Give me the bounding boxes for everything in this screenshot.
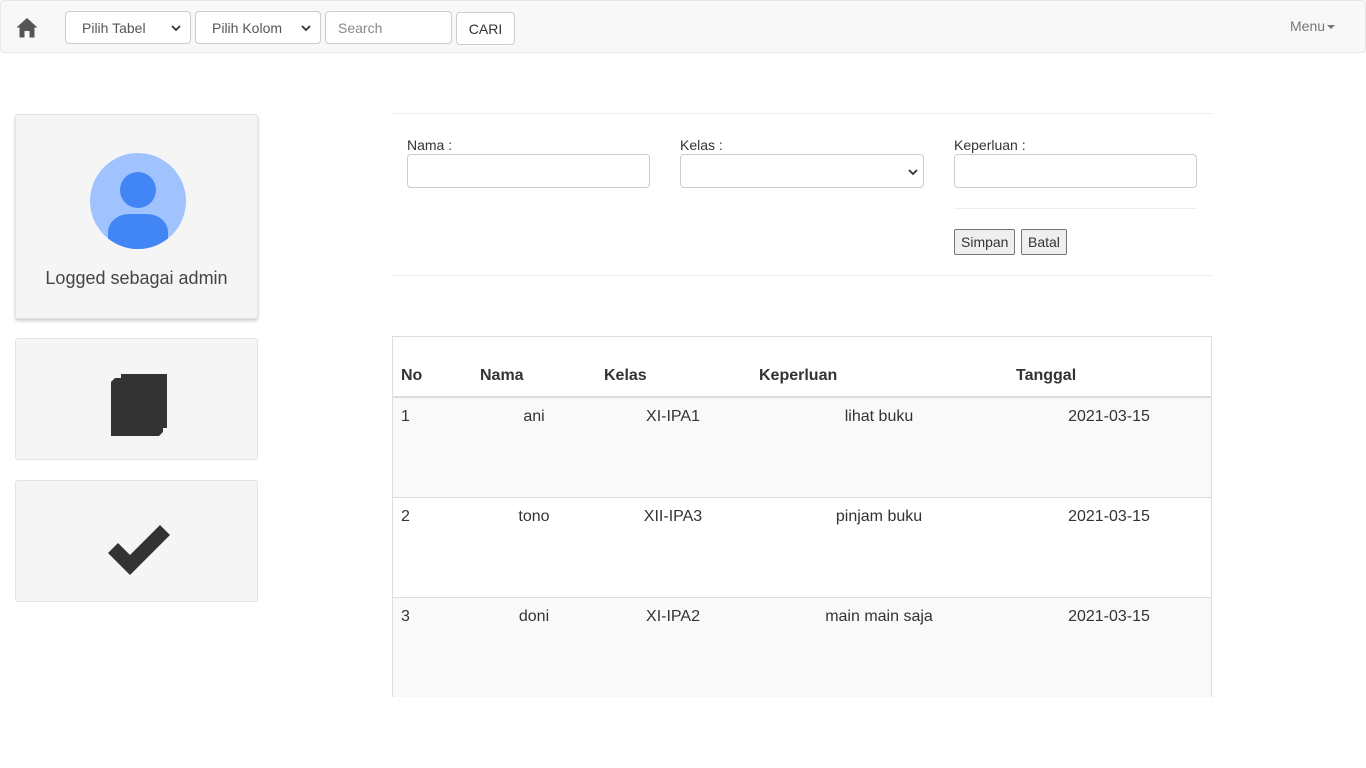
column-select-value: Pilih Kolom: [212, 19, 283, 36]
book-icon: [111, 374, 167, 436]
cell-keperluan: main main saja: [825, 608, 933, 625]
chevron-down-icon: [301, 24, 311, 31]
cell-tanggal: 2021-03-15: [1068, 508, 1150, 525]
check-card[interactable]: [15, 480, 258, 602]
cell-tanggal: 2021-03-15: [1068, 608, 1150, 625]
table-header-kelas: Kelas: [604, 367, 647, 384]
table-header-nama: Nama: [480, 367, 524, 384]
search-input[interactable]: [325, 11, 452, 44]
top-navbar: Pilih Tabel Pilih Kolom CARI Menu: [0, 0, 1366, 53]
logged-in-text: Logged sebagai admin: [45, 268, 228, 288]
keperluan-input[interactable]: [954, 154, 1197, 188]
cell-kelas: XII-IPA3: [643, 508, 703, 525]
cell-no: 3: [401, 608, 410, 625]
cell-keperluan: lihat buku: [844, 408, 914, 425]
cell-nama: doni: [518, 608, 550, 625]
visitor-table: No Nama Kelas Keperluan Tanggal 1 ani XI…: [392, 336, 1212, 697]
cell-tanggal: 2021-03-15: [1068, 408, 1150, 425]
chevron-down-icon: [171, 24, 181, 31]
form-top-divider: [392, 113, 1212, 114]
menu-dropdown[interactable]: Menu: [1290, 18, 1336, 34]
cell-nama: tono: [518, 508, 550, 525]
table-row: 1 ani XI-IPA1 lihat buku 2021-03-15: [393, 398, 1211, 498]
keperluan-label: Keperluan :: [954, 137, 1026, 153]
cancel-button[interactable]: Batal: [1021, 229, 1067, 255]
user-avatar-icon: [90, 153, 186, 249]
cell-no: 2: [401, 508, 410, 525]
kelas-label: Kelas :: [680, 137, 723, 153]
cell-nama: ani: [523, 408, 545, 425]
search-button[interactable]: CARI: [456, 12, 515, 45]
caret-down-icon: [1327, 25, 1336, 29]
table-select[interactable]: Pilih Tabel: [65, 11, 191, 44]
home-icon[interactable]: [15, 16, 39, 40]
table-header-no: No: [401, 367, 423, 384]
column-select[interactable]: Pilih Kolom: [195, 11, 321, 44]
profile-card: Logged sebagai admin: [15, 114, 258, 319]
save-button[interactable]: Simpan: [954, 229, 1016, 255]
button-divider: [954, 208, 1197, 209]
chevron-down-icon: [908, 169, 918, 176]
nama-label: Nama :: [407, 137, 453, 153]
table-header-keperluan: Keperluan: [759, 367, 838, 384]
menu-label: Menu: [1290, 18, 1326, 34]
kelas-select[interactable]: [680, 154, 924, 188]
table-select-value: Pilih Tabel: [82, 19, 146, 36]
cell-kelas: XI-IPA2: [646, 608, 700, 625]
cell-kelas: XI-IPA1: [646, 408, 700, 425]
form-bottom-divider: [392, 275, 1212, 276]
table-row: 3 doni XI-IPA2 main main saja 2021-03-15: [393, 598, 1211, 697]
check-icon: [108, 525, 170, 575]
table-row: 2 tono XII-IPA3 pinjam buku 2021-03-15: [393, 498, 1211, 598]
cell-no: 1: [401, 408, 410, 425]
nama-input[interactable]: [407, 154, 650, 188]
cell-keperluan: pinjam buku: [835, 508, 923, 525]
table-header-tanggal: Tanggal: [1016, 367, 1077, 384]
books-card[interactable]: [15, 338, 258, 460]
